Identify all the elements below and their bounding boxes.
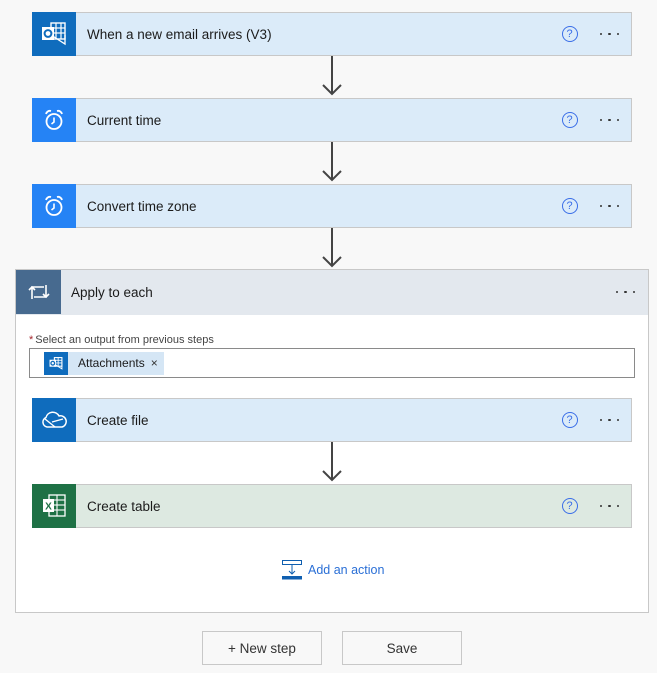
apply-to-each-header[interactable]: Apply to each	[16, 270, 648, 315]
field-label: * Select an output from previous steps	[29, 334, 214, 346]
save-button[interactable]: Save	[342, 631, 462, 665]
help-icon[interactable]: ?	[561, 412, 578, 428]
step-card-current-time[interactable]: Current time ?	[32, 98, 632, 142]
more-options-button[interactable]	[599, 498, 619, 514]
excel-icon: X	[32, 484, 76, 528]
step-title: Convert time zone	[87, 198, 197, 214]
token-label: Attachments	[78, 356, 145, 370]
outlook-icon	[44, 351, 68, 375]
previous-output-input[interactable]: Attachments ×	[29, 348, 635, 378]
required-marker: *	[29, 334, 34, 346]
step-title: Current time	[87, 112, 162, 128]
arrow-down-icon	[322, 56, 342, 96]
alarm-clock-icon	[32, 98, 76, 142]
scope-title: Apply to each	[71, 284, 153, 300]
help-icon[interactable]: ?	[561, 198, 578, 214]
more-options-button[interactable]	[599, 412, 619, 428]
step-title: Create table	[87, 498, 161, 514]
arrow-down-icon	[322, 442, 342, 482]
more-options-button[interactable]	[599, 26, 619, 42]
loop-icon	[16, 270, 61, 314]
step-title: Create file	[87, 412, 149, 428]
arrow-down-icon	[322, 228, 342, 268]
new-step-button[interactable]: + New step	[202, 631, 322, 665]
onedrive-icon	[32, 398, 76, 442]
add-action-icon	[282, 560, 302, 580]
step-card-when-new-email[interactable]: When a new email arrives (V3) ?	[32, 12, 632, 56]
step-title: When a new email arrives (V3)	[87, 26, 272, 42]
add-action-label: Add an action	[308, 563, 385, 577]
more-options-button[interactable]	[599, 198, 619, 214]
step-card-create-file[interactable]: Create file ?	[32, 398, 632, 442]
attachments-token[interactable]: Attachments ×	[44, 351, 164, 375]
help-icon[interactable]: ?	[561, 112, 578, 128]
outlook-icon	[32, 12, 76, 56]
svg-text:X: X	[45, 502, 52, 513]
help-icon[interactable]: ?	[561, 498, 578, 514]
remove-token-button[interactable]: ×	[151, 356, 158, 370]
add-an-action-button[interactable]: Add an action	[282, 560, 384, 580]
step-card-create-table[interactable]: X Create table ?	[32, 484, 632, 528]
apply-to-each-scope: Apply to each * Select an output from pre…	[15, 269, 649, 613]
step-card-convert-time-zone[interactable]: Convert time zone ?	[32, 184, 632, 228]
arrow-down-icon	[322, 142, 342, 182]
alarm-clock-icon	[32, 184, 76, 228]
help-icon[interactable]: ?	[561, 26, 578, 42]
more-options-button[interactable]	[599, 112, 619, 128]
more-options-button[interactable]	[615, 284, 635, 300]
